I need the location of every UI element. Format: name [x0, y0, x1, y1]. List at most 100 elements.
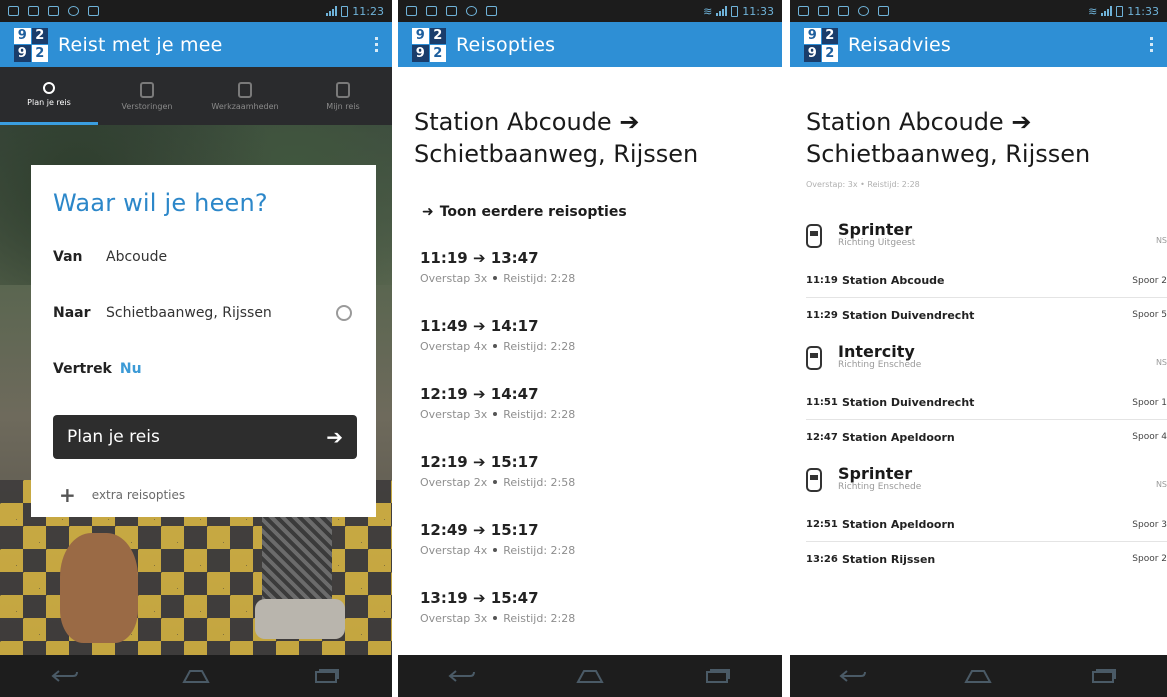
home-icon[interactable] [963, 667, 993, 685]
list-item[interactable]: 12:49 ➔ 15:17 Overstap 4x Reistijd: 2:28 [420, 521, 782, 589]
trip-legs: Sprinter Richting Uitgeest NS 11:19 Stat… [806, 222, 1167, 588]
notification-icon [88, 6, 99, 16]
stop-track: Spoor 3 [1132, 519, 1167, 530]
back-icon[interactable] [838, 667, 868, 685]
stop-row[interactable]: 11:19 Station Abcoude Spoor 2 [806, 264, 1167, 298]
departure-label: Vertrek [53, 361, 112, 377]
train-direction: Richting Uitgeest [838, 238, 916, 248]
departure-value[interactable]: Nu [120, 361, 142, 377]
tab-plan-trip[interactable]: Plan je reis [0, 67, 98, 125]
notification-icon [406, 6, 417, 16]
stop-row[interactable]: 12:51 Station Apeldoorn Spoor 3 [806, 508, 1167, 542]
recent-apps-icon[interactable] [1089, 667, 1119, 685]
action-bar: 9292 Reist met je mee [0, 22, 392, 67]
stop-row[interactable]: 13:26 Station Rijssen Spoor 2 [806, 542, 1167, 576]
stop-time: 13:26 [806, 553, 838, 565]
notification-icon [426, 6, 437, 16]
location-icon[interactable] [336, 305, 352, 321]
extra-options-link[interactable]: + extra reisopties [53, 483, 356, 507]
status-bar: 11:23 [0, 0, 392, 22]
notification-icon [838, 6, 849, 16]
notification-icon [8, 6, 19, 16]
route-heading: Station Abcoude ➔ Schietbaanweg, Rijssen [414, 106, 772, 170]
recent-apps-icon[interactable] [312, 667, 342, 685]
stop-row[interactable]: 12:47 Station Apeldoorn Spoor 4 [806, 420, 1167, 454]
stop-row[interactable]: 11:29 Station Duivendrecht Spoor 5 [806, 298, 1167, 332]
stop-track: Spoor 5 [1132, 310, 1167, 320]
recent-apps-icon[interactable] [703, 667, 733, 685]
stop-time: 11:29 [806, 309, 838, 321]
screen-trip-options: ≋ 11:33 9292 Reisopties Station Abcoude … [398, 0, 782, 697]
list-item[interactable]: 11:19 ➔ 13:47 Overstap 3x Reistijd: 2:28 [420, 249, 782, 317]
home-icon[interactable] [575, 667, 605, 685]
home-icon[interactable] [181, 667, 211, 685]
signal-icon [1101, 6, 1113, 16]
page-title: Reisopties [456, 33, 556, 56]
tab-bar: Plan je reis Verstoringen Werkzaamheden … [0, 67, 392, 125]
back-icon[interactable] [50, 667, 80, 685]
from-label: Van [53, 249, 83, 265]
leg-header: Sprinter Richting Uitgeest NS [806, 222, 1167, 264]
arrow-up-icon: ➜ [422, 204, 434, 220]
card-title: Waar wil je heen? [53, 189, 268, 217]
travel-time: Reistijd: 2:28 [503, 272, 576, 285]
stop-track: Spoor 2 [1132, 275, 1167, 286]
list-item[interactable]: 12:19 ➔ 14:47 Overstap 3x Reistijd: 2:28 [420, 385, 782, 453]
signal-icon [716, 6, 728, 16]
show-earlier-label: Toon eerdere reisopties [439, 204, 627, 220]
travel-time: Reistijd: 2:28 [503, 544, 576, 557]
transfers: Overstap 4x [420, 544, 488, 557]
stop-station: Station Apeldoorn [842, 518, 955, 531]
route-icon [43, 82, 55, 94]
stop-station: Station Duivendrecht [842, 308, 975, 322]
notification-icon [858, 6, 869, 16]
from-value[interactable]: Abcoude [106, 249, 167, 265]
list-item[interactable]: 12:19 ➔ 15:17 Overstap 2x Reistijd: 2:58 [420, 453, 782, 521]
overflow-menu-icon[interactable] [1150, 37, 1153, 52]
train-icon [806, 224, 822, 248]
trip-times: 13:19 ➔ 15:47 [420, 589, 539, 607]
operator: NS [1155, 236, 1167, 245]
android-nav-bar [398, 655, 782, 697]
action-bar: 9292 Reisadvies [790, 22, 1167, 67]
notification-icon [48, 6, 59, 16]
show-earlier-options-link[interactable]: ➜ Toon eerdere reisopties [422, 204, 627, 220]
trip-times: 11:19 ➔ 13:47 [420, 249, 539, 267]
tab-disruptions[interactable]: Verstoringen [98, 67, 196, 125]
clock: 11:33 [1127, 4, 1159, 18]
plus-icon: + [59, 483, 76, 507]
notification-icon [466, 6, 477, 16]
departure-field[interactable]: Vertrek Nu [53, 359, 356, 379]
list-item[interactable]: 11:49 ➔ 14:17 Overstap 4x Reistijd: 2:28 [420, 317, 782, 385]
stop-station: Station Abcoude [842, 274, 945, 287]
to-value[interactable]: Schietbaanweg, Rijssen [106, 305, 272, 321]
overflow-menu-icon[interactable] [375, 37, 378, 52]
user-icon [336, 81, 350, 98]
back-icon[interactable] [447, 667, 477, 685]
transfers: Overstap 2x [420, 476, 488, 489]
notification-icon [486, 6, 497, 16]
android-nav-bar [790, 655, 1167, 697]
route-heading: Station Abcoude ➔ Schietbaanweg, Rijssen [806, 106, 1157, 170]
stop-time: 11:51 [806, 397, 838, 408]
wifi-icon: ≋ [703, 4, 713, 18]
trip-summary: Overstap: 3x • Reistijd: 2:28 [806, 180, 920, 189]
stop-time: 11:19 [806, 275, 838, 286]
to-field[interactable]: Naar Schietbaanweg, Rijssen [53, 303, 356, 323]
notification-icon [28, 6, 39, 16]
route-origin: Station Abcoude ➔ [806, 108, 1032, 136]
list-item[interactable]: 13:19 ➔ 15:47 Overstap 3x Reistijd: 2:28 [420, 589, 782, 657]
train-icon [806, 468, 822, 492]
app-logo: 9292 [804, 27, 838, 62]
operator: NS [1155, 358, 1167, 367]
page-title: Reisadvies [848, 33, 952, 56]
page-title: Reist met je mee [58, 33, 223, 56]
tab-my-trip[interactable]: Mijn reis [294, 67, 392, 125]
to-label: Naar [53, 305, 91, 321]
extra-options-label: extra reisopties [91, 488, 186, 502]
stop-row[interactable]: 11:51 Station Duivendrecht Spoor 1 [806, 386, 1167, 420]
plan-trip-button[interactable]: Plan je reis ➔ [53, 415, 357, 459]
screen-trip-advice: ≋ 11:33 9292 Reisadvies Station Abcoude … [790, 0, 1167, 697]
from-field[interactable]: Van Abcoude [53, 247, 356, 267]
tab-maintenance[interactable]: Werkzaamheden [196, 67, 294, 125]
